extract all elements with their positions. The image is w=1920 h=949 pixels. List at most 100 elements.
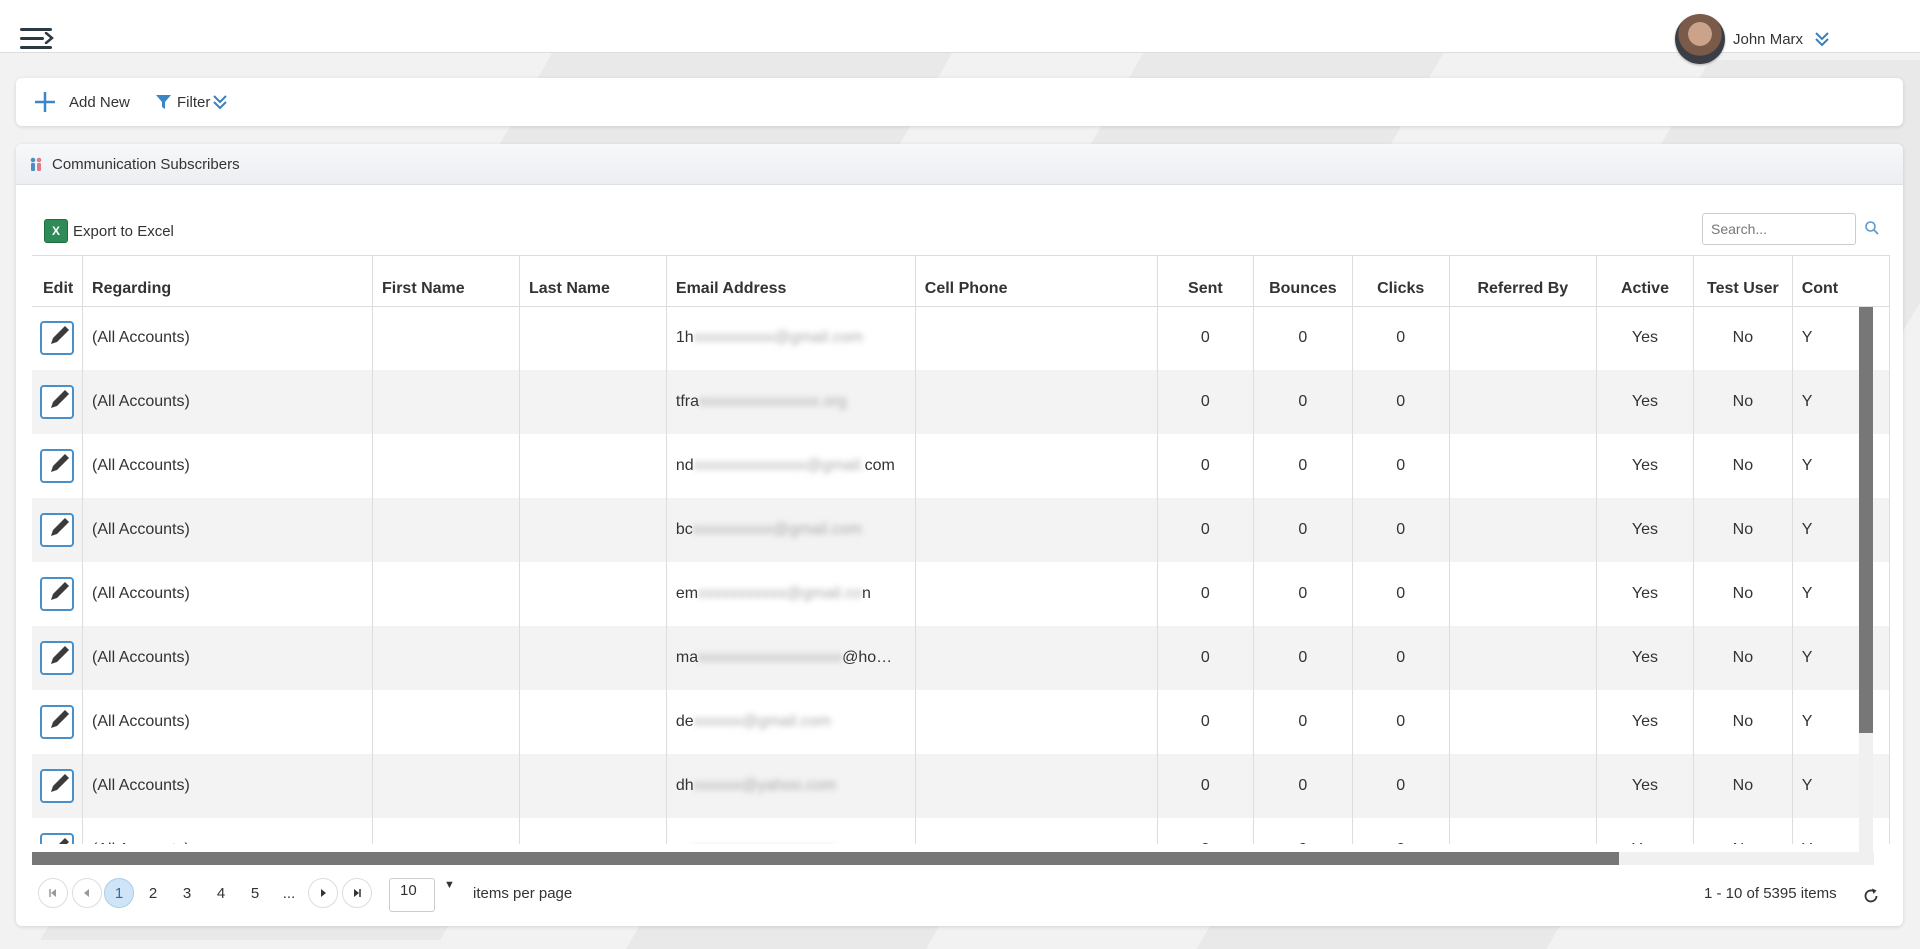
regarding-cell: (All Accounts) xyxy=(82,626,373,690)
more-pages-button[interactable]: ... xyxy=(274,878,304,908)
hamburger-menu-icon[interactable] xyxy=(14,22,54,56)
active-cell: Yes xyxy=(1596,690,1695,754)
column-header-regarding[interactable]: Regarding xyxy=(82,256,373,307)
table-row[interactable]: (All Accounts) emxxxxxxxxxxx@gmail.con 0 0 0… xyxy=(32,562,1890,626)
page-size-select[interactable]: 10 xyxy=(389,878,435,912)
table-row[interactable]: (All Accounts) dhxxxxxx@yahoo.com 0 0 0 Yes No… xyxy=(32,754,1890,818)
search-input[interactable] xyxy=(1702,213,1856,245)
add-new-button[interactable]: Add New xyxy=(34,78,130,126)
clicks-cell: 0 xyxy=(1352,498,1450,562)
pager: 1 2 3 4 5 ... 10 ▼ items per page 1 - 10… xyxy=(16,866,1903,916)
referred-by-cell xyxy=(1449,370,1597,434)
subscribers-grid: Edit Regarding First Name Last Name Emai… xyxy=(32,255,1890,844)
active-cell: Yes xyxy=(1596,434,1695,498)
next-page-button[interactable] xyxy=(308,878,338,908)
last-name-cell xyxy=(519,562,667,626)
edit-button[interactable] xyxy=(40,705,74,739)
table-row[interactable]: (All Accounts) ndxxxxxxxxxxxxxx@gmail.com… xyxy=(32,434,1890,498)
column-header-first-name[interactable]: First Name xyxy=(372,256,520,307)
first-page-icon xyxy=(49,889,56,897)
edit-button[interactable] xyxy=(40,769,74,803)
sent-cell: 0 xyxy=(1157,434,1255,498)
edit-button[interactable] xyxy=(40,449,74,483)
column-header-edit[interactable]: Edit xyxy=(32,256,84,307)
top-bar: John Marx xyxy=(0,0,1920,64)
email-cell: bcxxxxxxxxxx@gmail.com xyxy=(666,498,916,562)
referred-by-cell xyxy=(1449,818,1597,844)
column-header-clicks[interactable]: Clicks xyxy=(1352,256,1450,307)
page-4-button[interactable]: 4 xyxy=(206,878,236,908)
page-size-dropdown-icon[interactable]: ▼ xyxy=(444,879,455,891)
double-chevron-down-icon[interactable] xyxy=(1813,30,1831,48)
column-header-last-name[interactable]: Last Name xyxy=(519,256,667,307)
table-row[interactable]: (All Accounts) bcxxxxxxxxxx@gmail.com 0 0 0 Y… xyxy=(32,498,1890,562)
page-5-button[interactable]: 5 xyxy=(240,878,270,908)
clicks-cell: 0 xyxy=(1352,690,1450,754)
first-name-cell xyxy=(372,690,520,754)
email-blurred-part: xxxxxxxxxxxxxx@gmail. xyxy=(693,457,865,474)
table-row[interactable]: (All Accounts) tfraxxxxxxxxxxxxxxx.org 0 0 0… xyxy=(32,370,1890,434)
vertical-scrollbar-thumb[interactable] xyxy=(1859,307,1873,733)
table-row[interactable]: (All Accounts) dexxxxxx@gmail.com 0 0 0 Yes No… xyxy=(32,690,1890,754)
vertical-scrollbar[interactable] xyxy=(1859,307,1873,852)
user-menu[interactable]: John Marx xyxy=(1675,14,1831,64)
first-page-button[interactable] xyxy=(38,878,68,908)
page-1-button[interactable]: 1 xyxy=(104,878,134,908)
horizontal-scrollbar-thumb[interactable] xyxy=(32,852,1619,865)
page-2-button[interactable]: 2 xyxy=(138,878,168,908)
table-row[interactable]: (All Accounts) maxxxxxxxxxxxxxxxxxx@ho… 0 0… xyxy=(32,626,1890,690)
email-cell: ndxxxxxxxxxxxxxx@gmail.com xyxy=(666,434,916,498)
column-header-cont[interactable]: Cont xyxy=(1792,256,1890,307)
edit-button[interactable] xyxy=(40,321,74,356)
regarding-cell: (All Accounts) xyxy=(82,370,373,434)
cell-phone-cell xyxy=(915,562,1158,626)
refresh-icon[interactable] xyxy=(1862,887,1880,905)
bounces-cell: 0 xyxy=(1253,306,1353,370)
column-header-bounces[interactable]: Bounces xyxy=(1253,256,1353,307)
edit-button[interactable] xyxy=(40,577,74,611)
sent-cell: 0 xyxy=(1157,306,1255,370)
column-header-referred-by[interactable]: Referred By xyxy=(1449,256,1597,307)
edit-cell xyxy=(32,626,84,690)
cell-phone-cell xyxy=(915,754,1158,818)
edit-cell xyxy=(32,754,84,818)
test-user-cell: No xyxy=(1693,562,1793,626)
previous-page-button[interactable] xyxy=(72,878,102,908)
referred-by-cell xyxy=(1449,434,1597,498)
export-to-excel-button[interactable]: X Export to Excel xyxy=(44,219,174,243)
regarding-cell: (All Accounts) xyxy=(82,562,373,626)
email-tail-part: @ho… xyxy=(842,649,893,666)
user-name[interactable]: John Marx xyxy=(1733,31,1803,48)
column-header-active[interactable]: Active xyxy=(1596,256,1695,307)
search-icon[interactable] xyxy=(1864,220,1880,236)
horizontal-scrollbar[interactable] xyxy=(32,852,1874,865)
table-row[interactable]: (All Accounts)raxxxxxxxxxxxxxxxxxx000Yes… xyxy=(32,818,1890,844)
cell-phone-cell xyxy=(915,370,1158,434)
edit-button[interactable] xyxy=(40,641,74,675)
email-cell: tfraxxxxxxxxxxxxxxx.org xyxy=(666,370,916,434)
avatar[interactable] xyxy=(1675,14,1725,64)
clicks-cell: 0 xyxy=(1352,818,1450,844)
first-name-cell xyxy=(372,306,520,370)
edit-button[interactable] xyxy=(40,833,74,844)
column-header-cell-phone[interactable]: Cell Phone xyxy=(915,256,1158,307)
subscribers-panel: Communication Subscribers X Export to Ex… xyxy=(16,144,1903,926)
referred-by-cell xyxy=(1449,306,1597,370)
edit-cell xyxy=(32,818,84,844)
edit-button[interactable] xyxy=(40,385,74,419)
table-row[interactable]: (All Accounts) 1hxxxxxxxxxx@gmail.com 0 0 0 Y… xyxy=(32,306,1890,370)
column-header-email[interactable]: Email Address xyxy=(666,256,916,307)
page-3-button[interactable]: 3 xyxy=(172,878,202,908)
edit-cell xyxy=(32,690,84,754)
column-header-sent[interactable]: Sent xyxy=(1157,256,1255,307)
filter-button[interactable]: Filter xyxy=(156,78,228,126)
last-page-button[interactable] xyxy=(342,878,372,908)
column-header-test-user[interactable]: Test User xyxy=(1693,256,1793,307)
edit-button[interactable] xyxy=(40,513,74,547)
test-user-cell: No xyxy=(1693,818,1793,844)
first-name-cell xyxy=(372,626,520,690)
cell-phone-cell xyxy=(915,498,1158,562)
edit-cell xyxy=(32,370,84,434)
active-cell: Yes xyxy=(1596,306,1695,370)
bounces-cell: 0 xyxy=(1253,562,1353,626)
